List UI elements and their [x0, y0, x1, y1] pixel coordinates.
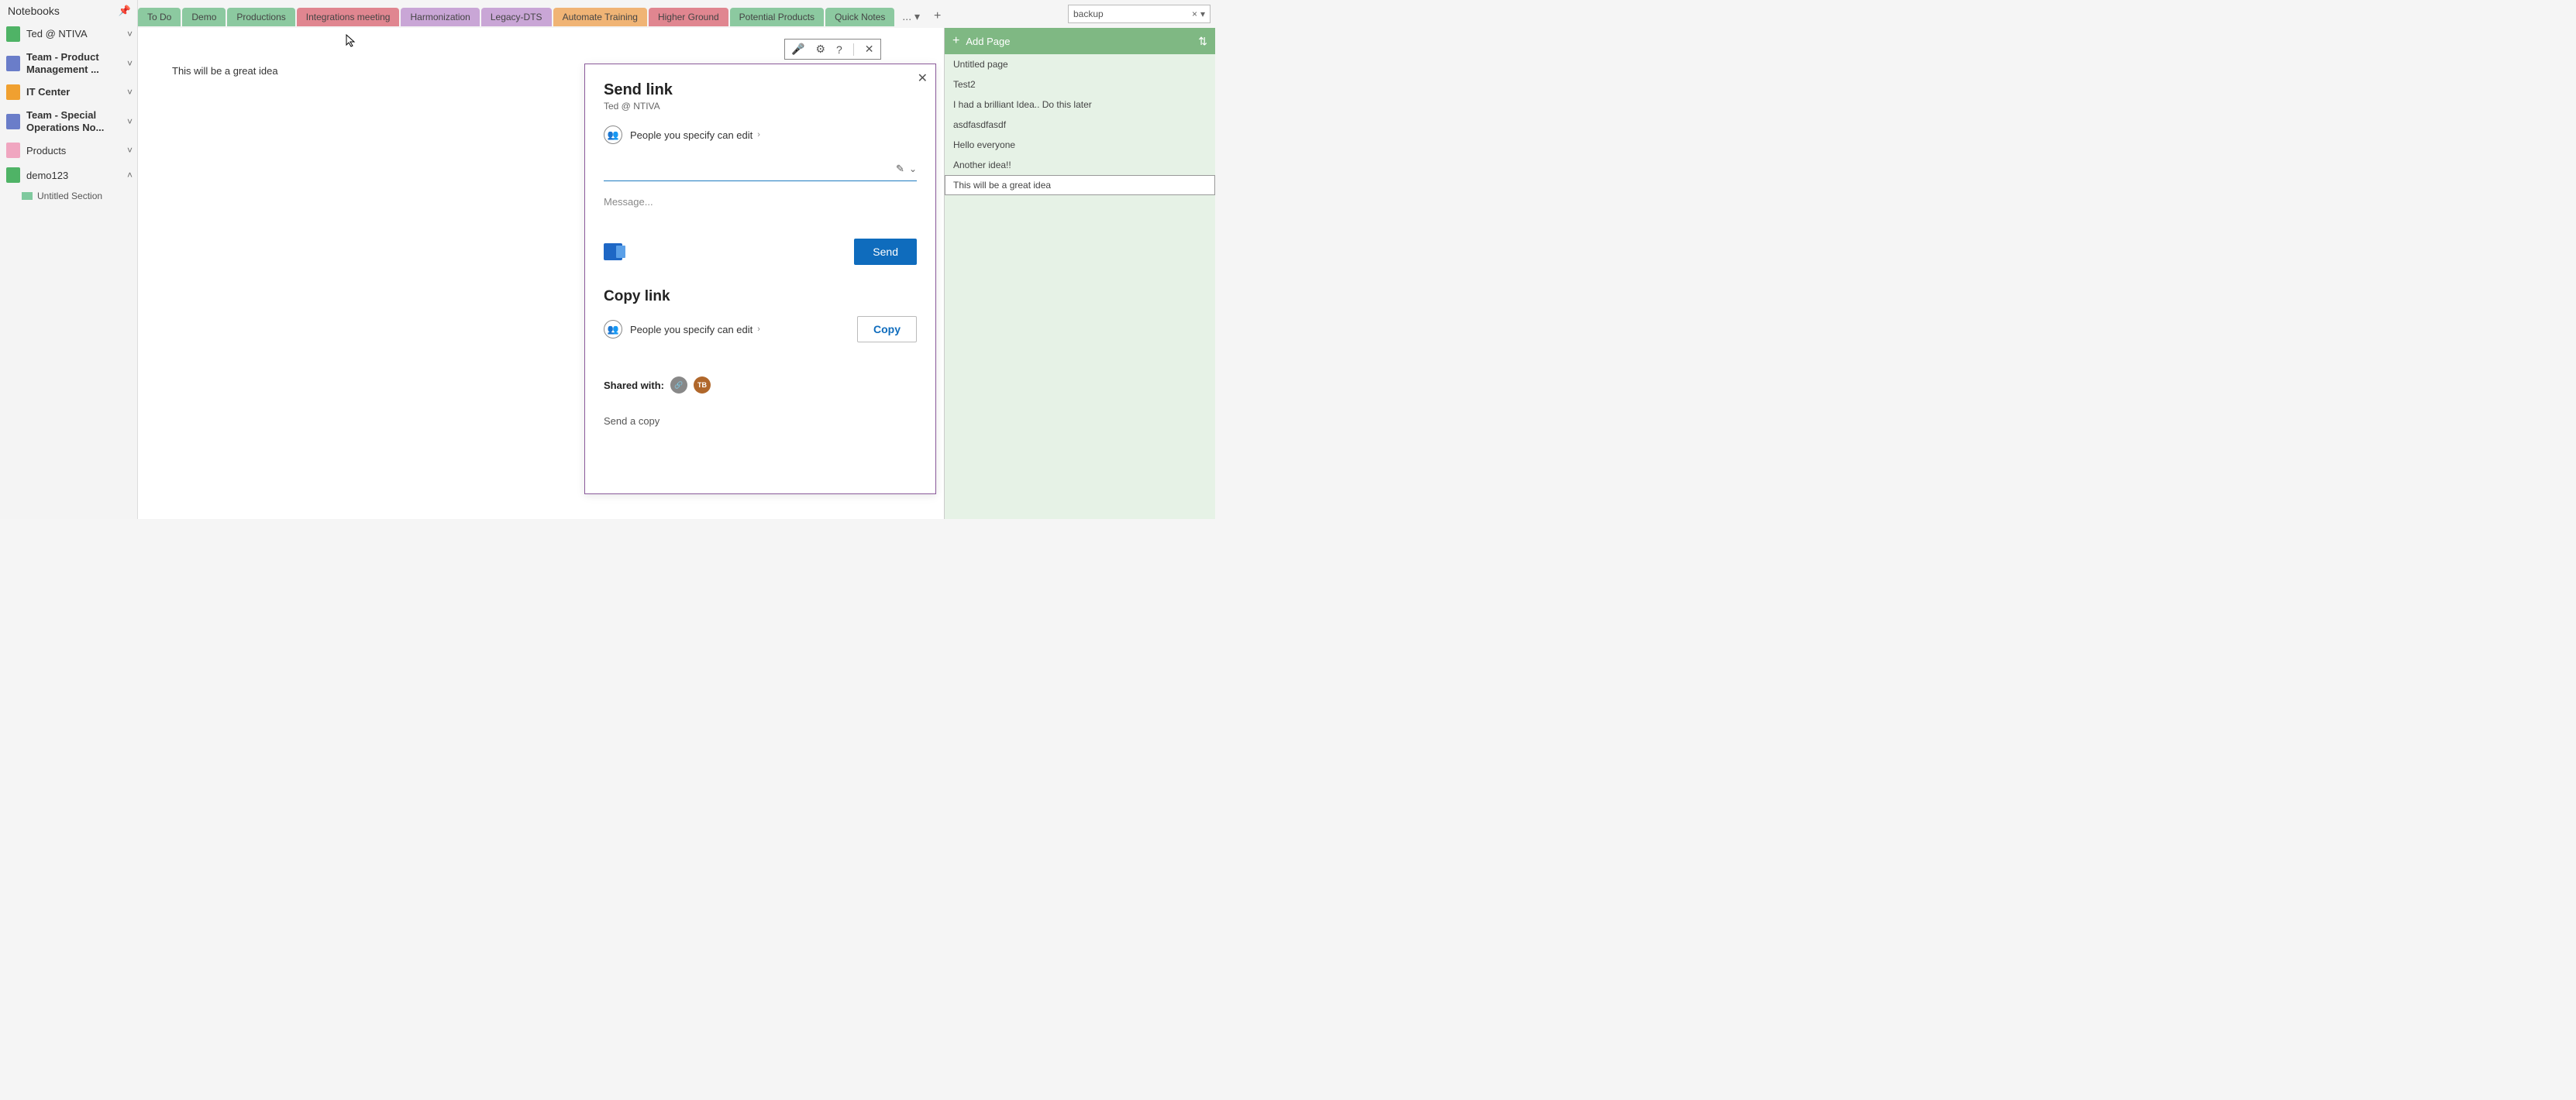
chevron-right-icon: › — [757, 130, 760, 139]
search-box[interactable]: backup × ▾ — [1068, 5, 1211, 23]
people-icon: 👥 — [604, 320, 622, 339]
section-tab[interactable]: Productions — [227, 8, 294, 26]
message-input[interactable] — [604, 196, 917, 208]
section-tab[interactable]: Legacy-DTS — [481, 8, 552, 26]
chevron-down-icon[interactable]: ˅ — [127, 145, 133, 156]
notebook-label: Team - Special Operations No... — [26, 109, 124, 133]
chevron-down-icon[interactable]: ⌄ — [909, 163, 917, 174]
chevron-down-icon[interactable]: ˅ — [127, 29, 133, 40]
copy-permission-text: People you specify can edit — [630, 324, 752, 335]
dialog-title: Send link — [604, 81, 917, 99]
tabs-overflow[interactable]: ... ▾ — [896, 7, 926, 26]
section-tabs-bar: To DoDemoProductionsIntegrations meeting… — [138, 5, 1060, 26]
close-toolbar-icon[interactable]: ✕ — [865, 43, 874, 56]
chevron-down-icon[interactable]: ˅ — [127, 116, 133, 127]
notebook-item[interactable]: Products ˅ — [0, 138, 137, 163]
sort-icon[interactable]: ⇅ — [1198, 35, 1207, 48]
page-item[interactable]: I had a brilliant Idea.. Do this later — [945, 95, 1215, 115]
pages-sidebar: + Add Page ⇅ Untitled pageTest2I had a b… — [944, 28, 1215, 519]
copy-link-title: Copy link — [604, 288, 917, 305]
dialog-close-icon[interactable]: ✕ — [918, 70, 928, 86]
section-tab[interactable]: Potential Products — [730, 8, 824, 26]
notebook-item[interactable]: Ted @ NTIVA ˅ — [0, 22, 137, 46]
outlook-icon[interactable] — [604, 243, 622, 260]
notebook-item[interactable]: Team - Product Management ... ˅ — [0, 46, 137, 80]
notebooks-header: Notebooks 📌 — [0, 0, 137, 22]
people-icon: 👥 — [604, 125, 622, 144]
chevron-down-icon[interactable]: ˅ — [127, 58, 133, 69]
notebook-label: IT Center — [26, 86, 124, 98]
page-item[interactable]: Test2 — [945, 74, 1215, 95]
separator — [853, 43, 854, 56]
note-title-text[interactable]: This will be a great idea — [172, 65, 278, 77]
section-tab[interactable]: Harmonization — [401, 8, 479, 26]
dialog-subtitle: Ted @ NTIVA — [604, 101, 917, 112]
page-item[interactable]: Hello everyone — [945, 135, 1215, 155]
help-icon[interactable]: ? — [836, 43, 842, 56]
notebook-label: Products — [26, 145, 124, 157]
permission-selector[interactable]: 👥 People you specify can edit › — [604, 125, 917, 144]
recipient-field[interactable]: ✎ ⌄ — [604, 158, 917, 181]
section-tab[interactable]: Demo — [182, 8, 226, 26]
page-item[interactable]: Another idea!! — [945, 155, 1215, 175]
section-tab[interactable]: Quick Notes — [825, 8, 894, 26]
notebook-item[interactable]: IT Center ˅ — [0, 80, 137, 105]
copy-button[interactable]: Copy — [857, 316, 917, 342]
notebook-color-swatch — [6, 26, 20, 42]
shared-avatar-link[interactable]: 🔗 — [670, 376, 687, 394]
shared-avatar-user[interactable]: TB — [694, 376, 711, 394]
share-dialog: ✕ Send link Ted @ NTIVA 👥 People you spe… — [584, 64, 936, 494]
page-item[interactable]: Untitled page — [945, 54, 1215, 74]
notebooks-sidebar: Notebooks 📌 Ted @ NTIVA ˅ Team - Product… — [0, 0, 138, 519]
notebook-color-swatch — [6, 114, 20, 129]
shared-with-row: Shared with: 🔗 TB — [604, 376, 917, 394]
plus-icon: + — [952, 34, 959, 48]
pin-icon[interactable]: 📌 — [119, 5, 131, 17]
send-a-copy-link[interactable]: Send a copy — [604, 415, 917, 427]
chevron-down-icon[interactable]: ˅ — [127, 87, 133, 98]
send-button[interactable]: Send — [854, 239, 917, 265]
notebook-color-swatch — [6, 84, 20, 100]
section-tab[interactable]: Automate Training — [553, 8, 647, 26]
tab-add-button[interactable]: + — [926, 6, 949, 26]
edit-icon[interactable]: ✎ — [896, 163, 904, 175]
notebooks-title: Notebooks — [8, 5, 60, 17]
add-page-button[interactable]: + Add Page ⇅ — [945, 28, 1215, 54]
search-clear-icon[interactable]: × — [1192, 9, 1197, 19]
section-label: Untitled Section — [37, 191, 102, 201]
notebook-label: demo123 — [26, 170, 124, 182]
add-page-label: Add Page — [966, 36, 1010, 47]
notebook-color-swatch — [6, 167, 20, 183]
section-tab[interactable]: Integrations meeting — [297, 8, 400, 26]
notebook-label: Team - Product Management ... — [26, 51, 124, 75]
section-tab[interactable]: To Do — [138, 8, 181, 26]
notebook-color-swatch — [6, 143, 20, 158]
notebook-color-swatch — [6, 56, 20, 71]
notebook-item[interactable]: demo123 ˄ — [0, 163, 137, 187]
chevron-up-icon[interactable]: ˄ — [127, 170, 133, 180]
chevron-right-icon: › — [757, 325, 760, 334]
permission-text: People you specify can edit — [630, 129, 752, 141]
shared-with-label: Shared with: — [604, 380, 664, 391]
section-item[interactable]: Untitled Section — [0, 187, 137, 205]
notebook-item[interactable]: Team - Special Operations No... ˅ — [0, 105, 137, 138]
section-tab[interactable]: Higher Ground — [649, 8, 728, 26]
floating-toolbar: 🎤 ⚙ ? ✕ — [784, 39, 881, 60]
notebook-label: Ted @ NTIVA — [26, 28, 124, 40]
recipient-input[interactable] — [604, 161, 896, 176]
page-item[interactable]: asdfasdfasdf — [945, 115, 1215, 135]
section-color-swatch — [22, 192, 33, 200]
microphone-icon[interactable]: 🎤 — [791, 43, 804, 56]
search-value: backup — [1073, 9, 1192, 19]
search-dropdown-icon[interactable]: ▾ — [1200, 9, 1205, 19]
page-item[interactable]: This will be a great idea — [945, 175, 1215, 195]
settings-icon[interactable]: ⚙ — [815, 43, 825, 56]
